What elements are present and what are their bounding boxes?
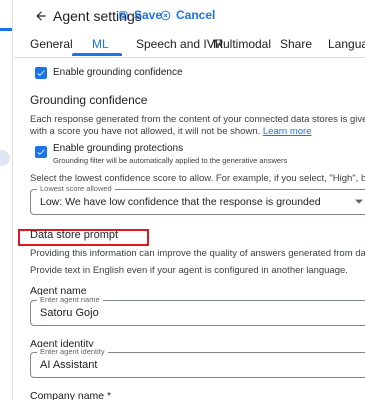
agent-identity-floating-label: Enter agent identity [37,347,108,356]
grounding-description-line1: Each response generated from the content… [30,114,365,125]
settings-tabs: General ML Speech and IVR Multimodal Sha… [14,32,365,58]
grounding-confidence-title: Grounding confidence [30,93,148,107]
grounding-description-line2: with a score you have not allowed, it wi… [30,126,311,137]
enable-grounding-protections-checkbox[interactable] [35,146,47,158]
left-panel-item-indicator [0,150,10,166]
tab-ml[interactable]: ML [92,37,109,51]
agent-settings-panel: Agent settings Save Cancel General ML Sp… [14,0,365,400]
learn-more-link[interactable]: Learn more [263,126,312,137]
company-name-label: Company name * [30,390,112,400]
select-confidence-instruction: Select the lowest confidence score to al… [30,173,365,184]
left-panel-selection-bar [0,28,12,31]
lowest-score-selected-value: Low: We have low confidence that the res… [40,196,321,208]
enable-grounding-confidence-label: Enable grounding confidence [53,67,183,78]
lowest-score-select[interactable]: Lowest score allowed Low: We have low co… [30,184,365,215]
save-button-label: Save [134,8,163,22]
check-icon [37,149,45,155]
save-icon [119,10,128,20]
settings-header: Agent settings Save Cancel [14,0,365,32]
left-side-panel [0,0,13,400]
agent-name-floating-label: Enter agent name [37,295,103,304]
enable-grounding-protections-label: Enable grounding protections [53,143,184,154]
agent-identity-value: AI Assistant [40,359,98,371]
active-tab-indicator [72,53,122,56]
tab-languages[interactable]: Languages [328,37,365,51]
arrow-back-icon[interactable] [34,9,48,23]
tab-share[interactable]: Share [280,37,312,51]
cancel-icon [160,10,171,20]
cancel-button[interactable]: Cancel [160,8,215,22]
tab-speech-and-ivr[interactable]: Speech and IVR [136,37,223,51]
enable-grounding-confidence-checkbox[interactable] [35,67,47,79]
save-button[interactable]: Save [118,8,162,22]
data-store-info-line2: Provide text in English even if your age… [30,265,348,276]
dropdown-arrow-icon [355,199,363,204]
data-store-prompt-title: Data store prompt [30,229,119,241]
check-icon [37,70,45,76]
grounding-protections-hint: Grounding filter will be automatically a… [53,156,288,165]
agent-identity-input[interactable]: Enter agent identity AI Assistant [30,347,365,378]
tab-general[interactable]: General [30,37,73,51]
agent-name-value: Satoru Gojo [40,307,99,319]
lowest-score-floating-label: Lowest score allowed [37,184,115,193]
agent-name-input[interactable]: Enter agent name Satoru Gojo [30,295,365,326]
tab-multimodal[interactable]: Multimodal [213,37,271,51]
grounding-description-text: with a score you have not allowed, it wi… [30,126,261,137]
app-root: Agent settings Save Cancel General ML Sp… [0,0,365,400]
data-store-info-line1: Providing this information can improve t… [30,248,365,259]
cancel-button-label: Cancel [176,8,216,22]
